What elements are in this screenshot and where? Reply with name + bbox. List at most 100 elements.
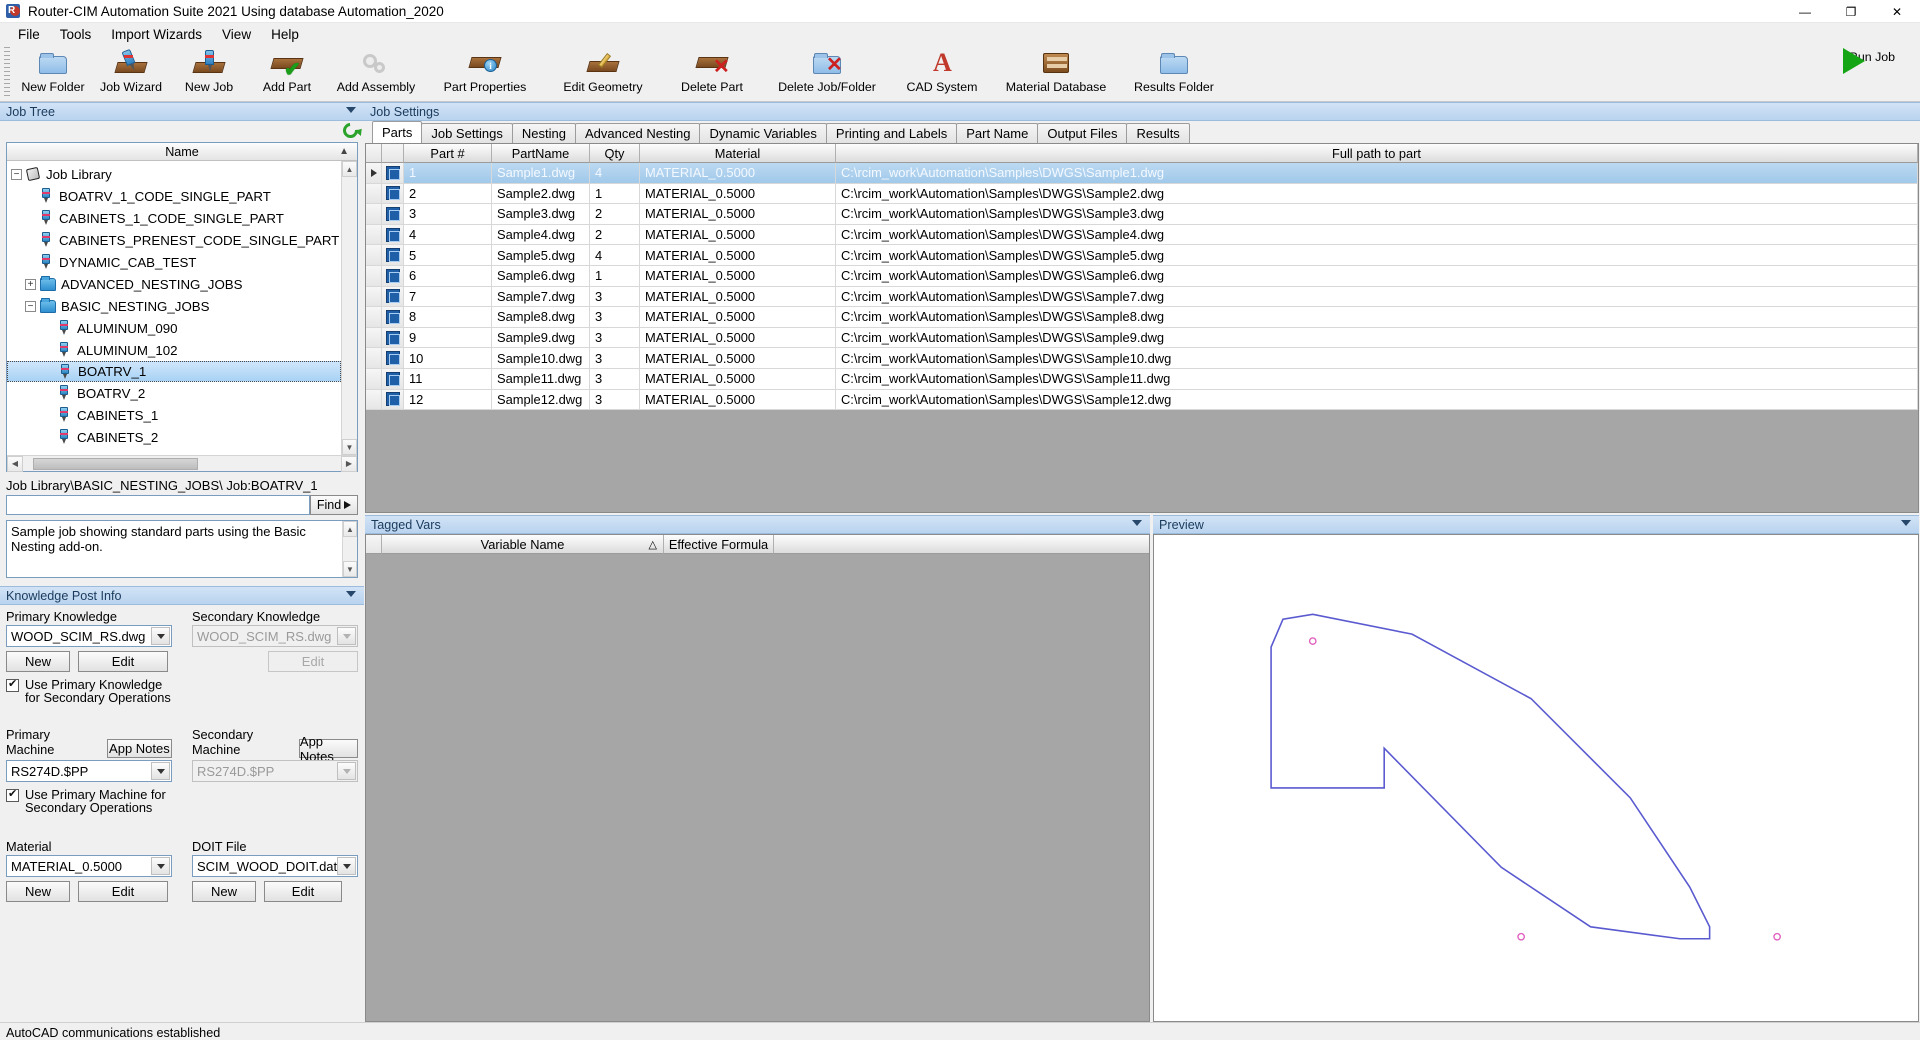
table-row[interactable]: 6Sample6.dwg1MATERIAL_0.5000C:\rcim_work… — [366, 266, 1918, 287]
doit-file-edit-button[interactable]: Edit — [264, 881, 342, 902]
tab-dynamic-variables[interactable]: Dynamic Variables — [699, 123, 826, 143]
use-primary-knowledge-checkbox[interactable] — [6, 679, 19, 692]
table-row[interactable]: 4Sample4.dwg2MATERIAL_0.5000C:\rcim_work… — [366, 225, 1918, 246]
col-material[interactable]: Material — [640, 144, 836, 163]
find-input[interactable] — [6, 495, 310, 515]
table-row[interactable]: 10Sample10.dwg3MATERIAL_0.5000C:\rcim_wo… — [366, 348, 1918, 369]
tree-node[interactable]: CABINETS_2 — [7, 426, 341, 448]
table-row[interactable]: 5Sample5.dwg4MATERIAL_0.5000C:\rcim_work… — [366, 245, 1918, 266]
table-row[interactable]: 8Sample8.dwg3MATERIAL_0.5000C:\rcim_work… — [366, 307, 1918, 328]
tree-node[interactable]: −BASIC_NESTING_JOBS — [7, 295, 341, 317]
row-selector[interactable] — [366, 184, 382, 205]
tab-printing-and-labels[interactable]: Printing and Labels — [826, 123, 957, 143]
delete-part-button[interactable]: ✕ Delete Part — [662, 45, 762, 99]
preview-canvas[interactable] — [1153, 534, 1919, 1022]
primary-machine-select[interactable]: RS274D.$PP — [6, 760, 172, 782]
doit-file-select[interactable]: SCIM_WOOD_DOIT.dat — [192, 855, 358, 877]
tab-nesting[interactable]: Nesting — [512, 123, 576, 143]
tab-parts[interactable]: Parts — [372, 121, 422, 143]
desc-scroll-down-icon[interactable]: ▼ — [343, 561, 357, 577]
chevron-down-icon[interactable] — [151, 762, 170, 780]
col-part-name[interactable]: PartName — [492, 144, 590, 163]
menu-tools[interactable]: Tools — [50, 25, 102, 44]
toolbar-grip[interactable] — [4, 47, 10, 97]
menu-view[interactable]: View — [212, 25, 261, 44]
job-tree-column-header[interactable]: Name ▲ — [7, 143, 357, 161]
maximize-button[interactable]: ❐ — [1828, 0, 1874, 23]
job-description-box[interactable]: Sample job showing standard parts using … — [6, 520, 358, 578]
tree-node[interactable]: BOATRV_2 — [7, 382, 341, 404]
row-selector[interactable] — [366, 204, 382, 225]
part-properties-button[interactable]: i Part Properties — [426, 45, 544, 99]
delete-job-folder-button[interactable]: ✕ Delete Job/Folder — [762, 45, 892, 99]
chevron-down-icon[interactable] — [151, 627, 170, 645]
doit-file-new-button[interactable]: New — [192, 881, 256, 902]
col-variable-name[interactable]: Variable Name △ — [382, 535, 664, 554]
edit-geometry-button[interactable]: Edit Geometry — [544, 45, 662, 99]
tab-advanced-nesting[interactable]: Advanced Nesting — [575, 123, 701, 143]
row-selector[interactable] — [366, 307, 382, 328]
table-row[interactable]: 12Sample12.dwg3MATERIAL_0.5000C:\rcim_wo… — [366, 390, 1918, 411]
primary-knowledge-select[interactable]: WOOD_SCIM_RS.dwg — [6, 625, 172, 647]
scroll-up-icon[interactable]: ▲ — [342, 161, 357, 177]
close-button[interactable]: ✕ — [1874, 0, 1920, 23]
knowledge-post-collapse-chevron-icon[interactable] — [346, 591, 356, 597]
secondary-app-notes-button[interactable]: App Notes — [299, 739, 358, 758]
scroll-right-icon[interactable]: ▶ — [341, 456, 357, 472]
tab-results[interactable]: Results — [1126, 123, 1189, 143]
add-part-button[interactable]: ✔ Add Part — [248, 45, 326, 99]
refresh-icon[interactable] — [340, 120, 361, 141]
chevron-down-icon[interactable] — [337, 762, 356, 780]
use-primary-knowledge-row[interactable]: Use Primary Knowledge for Secondary Oper… — [6, 678, 172, 704]
row-selector[interactable] — [366, 287, 382, 308]
col-qty[interactable]: Qty — [590, 144, 640, 163]
table-row[interactable]: 11Sample11.dwg3MATERIAL_0.5000C:\rcim_wo… — [366, 369, 1918, 390]
secondary-knowledge-select[interactable]: WOOD_SCIM_RS.dwg — [192, 625, 358, 647]
job-tree-collapse-chevron-icon[interactable] — [346, 107, 356, 113]
tab-part-name[interactable]: Part Name — [956, 123, 1038, 143]
scroll-down-icon[interactable]: ▼ — [342, 439, 357, 455]
row-selector[interactable] — [366, 390, 382, 411]
chevron-down-icon[interactable] — [337, 627, 356, 645]
tree-node[interactable]: BOATRV_1_CODE_SINGLE_PART — [7, 185, 341, 207]
table-row[interactable]: 1Sample1.dwg4MATERIAL_0.5000C:\rcim_work… — [366, 163, 1918, 184]
col-full-path[interactable]: Full path to part — [836, 144, 1918, 163]
results-folder-button[interactable]: Results Folder — [1120, 45, 1228, 99]
col-effective-formula[interactable]: Effective Formula — [664, 535, 774, 554]
col-part-number[interactable]: Part # — [404, 144, 492, 163]
primary-knowledge-new-button[interactable]: New — [6, 651, 70, 672]
menu-help[interactable]: Help — [261, 25, 309, 44]
tree-node[interactable]: DYNAMIC_CAB_TEST — [7, 251, 341, 273]
table-row[interactable]: 3Sample3.dwg2MATERIAL_0.5000C:\rcim_work… — [366, 204, 1918, 225]
material-database-button[interactable]: Material Database — [992, 45, 1120, 99]
hscroll-thumb[interactable] — [33, 458, 198, 470]
tree-node[interactable]: +ADVANCED_NESTING_JOBS — [7, 273, 341, 295]
new-job-button[interactable]: New Job — [170, 45, 248, 99]
material-select[interactable]: MATERIAL_0.5000 — [6, 855, 172, 877]
chevron-down-icon[interactable] — [151, 857, 170, 875]
table-row[interactable]: 2Sample2.dwg1MATERIAL_0.5000C:\rcim_work… — [366, 184, 1918, 205]
tree-node[interactable]: CABINETS_PRENEST_CODE_SINGLE_PART — [7, 229, 341, 251]
find-button[interactable]: Find — [310, 495, 358, 515]
description-scrollbar[interactable]: ▲ ▼ — [342, 521, 357, 577]
tab-job-settings[interactable]: Job Settings — [421, 123, 513, 143]
row-selector[interactable] — [366, 266, 382, 287]
menu-file[interactable]: File — [8, 25, 50, 44]
row-selector[interactable] — [366, 348, 382, 369]
use-primary-machine-row[interactable]: Use Primary Machine for Secondary Operat… — [6, 788, 172, 814]
run-job-button[interactable]: Run Job — [1836, 45, 1908, 101]
collapse-icon[interactable]: − — [11, 169, 22, 180]
scroll-left-icon[interactable]: ◀ — [7, 456, 23, 472]
add-assembly-button[interactable]: Add Assembly — [326, 45, 426, 99]
table-row[interactable]: 7Sample7.dwg3MATERIAL_0.5000C:\rcim_work… — [366, 287, 1918, 308]
material-new-button[interactable]: New — [6, 881, 70, 902]
tab-output-files[interactable]: Output Files — [1037, 123, 1127, 143]
menu-import-wizards[interactable]: Import Wizards — [101, 25, 212, 44]
job-tree-horizontal-scrollbar[interactable]: ◀ ▶ — [7, 455, 357, 471]
row-selector[interactable] — [366, 225, 382, 246]
row-selector[interactable] — [366, 163, 382, 184]
material-edit-button[interactable]: Edit — [78, 881, 168, 902]
secondary-machine-select[interactable]: RS274D.$PP — [192, 760, 358, 782]
secondary-knowledge-edit-button[interactable]: Edit — [268, 651, 358, 672]
table-row[interactable]: 9Sample9.dwg3MATERIAL_0.5000C:\rcim_work… — [366, 328, 1918, 349]
